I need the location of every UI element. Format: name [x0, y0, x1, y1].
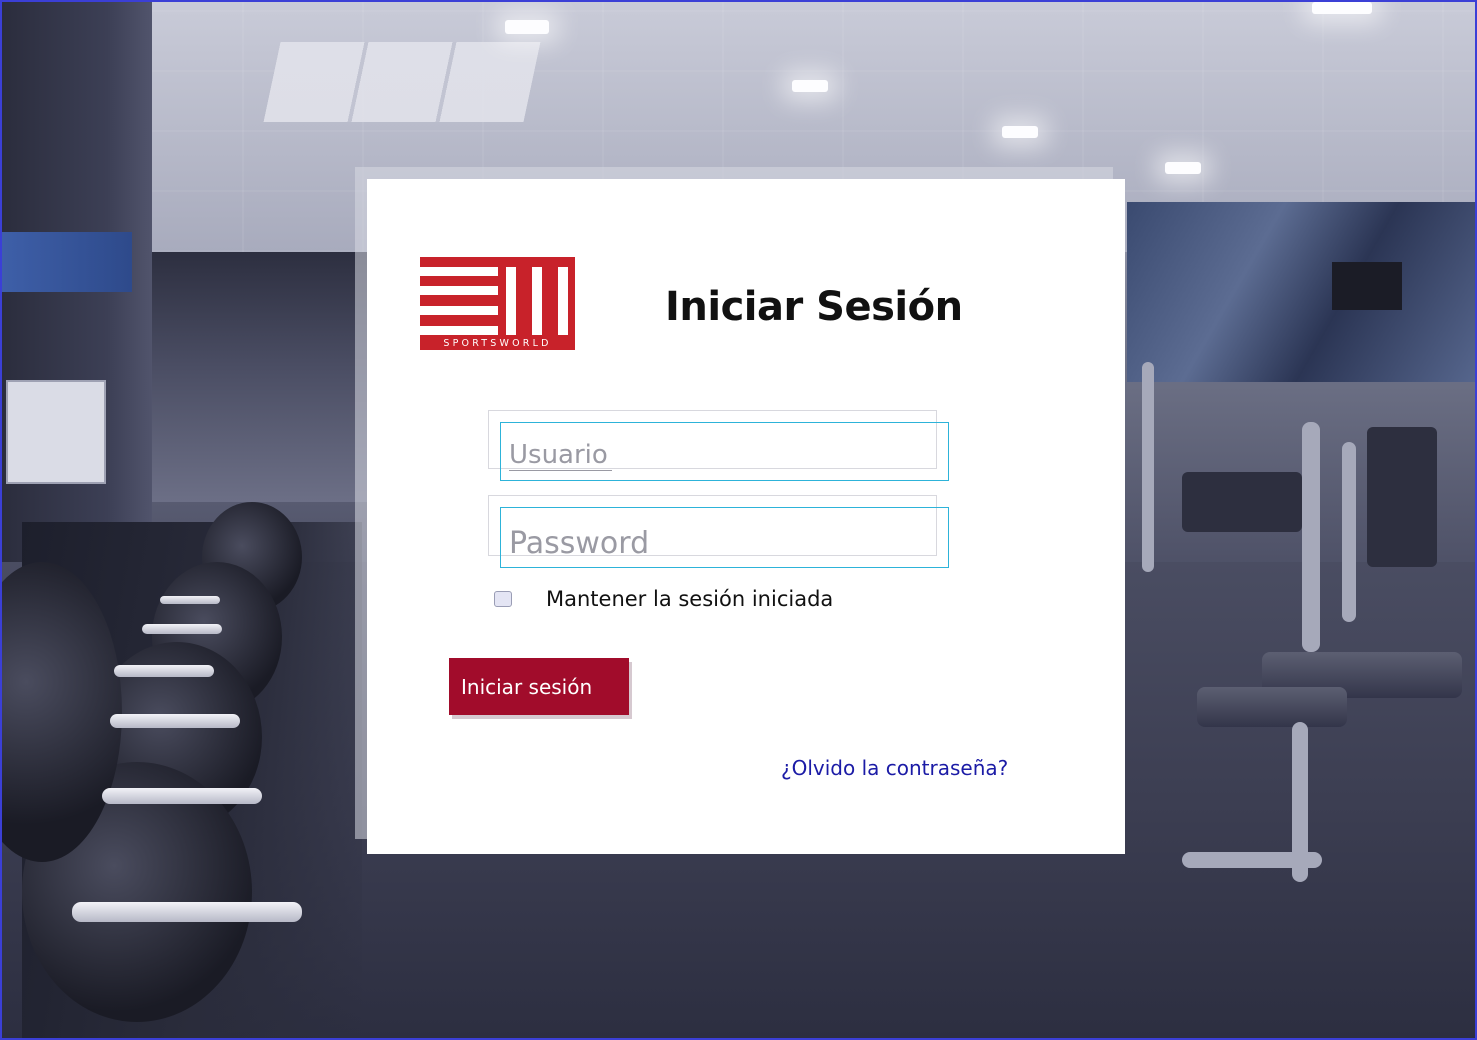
- password-input[interactable]: Password: [500, 507, 949, 568]
- ceiling-panel: [263, 42, 541, 122]
- wall-tv: [1332, 262, 1402, 310]
- gym-machine: [1182, 472, 1302, 532]
- ceiling-light: [505, 20, 549, 34]
- password-placeholder: Password: [509, 526, 650, 561]
- dumbbell-handle: [160, 596, 220, 604]
- gym-machine-frame: [1142, 362, 1154, 572]
- dumbbell-handle: [110, 714, 240, 728]
- placeholder-underline: [509, 470, 612, 471]
- login-screen: SPORTSWORLD Iniciar Sesión Usuario Passw…: [0, 0, 1477, 1040]
- dumbbell-handle: [102, 788, 262, 804]
- remember-label: Mantener la sesión iniciada: [546, 587, 834, 611]
- gym-machine-frame: [1182, 852, 1322, 868]
- weight-bench: [1197, 687, 1347, 727]
- dumbbell-handle: [114, 665, 214, 677]
- dumbbell-handle: [142, 624, 222, 634]
- username-input[interactable]: Usuario: [500, 422, 949, 481]
- gym-machine-frame: [1342, 442, 1356, 622]
- ceiling-light: [1002, 126, 1038, 138]
- remember-checkbox[interactable]: [494, 591, 512, 607]
- wall-poster: [6, 380, 106, 484]
- gym-machine-frame: [1302, 422, 1320, 652]
- page-title: Iniciar Sesión: [665, 284, 963, 330]
- login-button[interactable]: Iniciar sesión: [449, 658, 629, 715]
- ceiling-light: [1312, 2, 1372, 14]
- logo-caption: SPORTSWORLD: [443, 338, 552, 349]
- username-placeholder: Usuario: [509, 440, 608, 470]
- forgot-password-link[interactable]: ¿Olvido la contraseña?: [781, 756, 1008, 780]
- wall-band: [2, 232, 132, 292]
- dumbbell-handle: [72, 902, 302, 922]
- ceiling-light: [1165, 162, 1201, 174]
- ceiling-light: [792, 80, 828, 92]
- sportsworld-logo: SPORTSWORLD: [420, 257, 575, 350]
- wall-mural: [1127, 202, 1475, 382]
- gym-machine: [1367, 427, 1437, 567]
- login-button-label: Iniciar sesión: [461, 674, 593, 699]
